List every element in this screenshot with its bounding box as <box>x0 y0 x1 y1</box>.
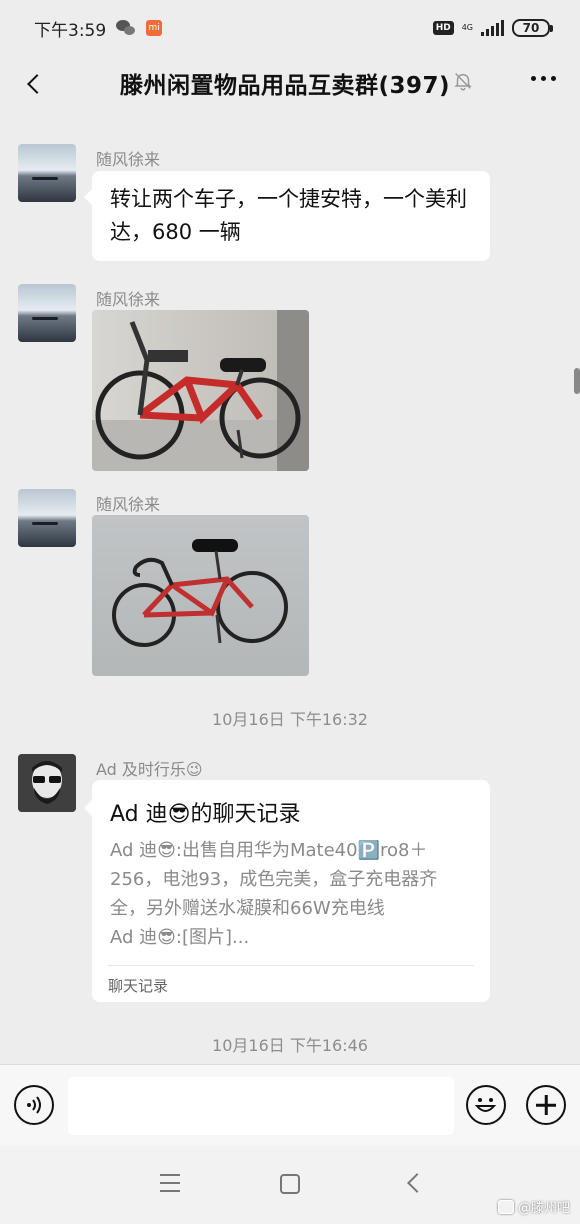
network-type: 4G <box>461 23 473 32</box>
status-time: 下午3:59 <box>34 20 107 41</box>
watermark-text: @滕州吧 <box>517 1201 570 1216</box>
wechat-notification-icon <box>116 20 136 36</box>
scrollbar-thumb[interactable] <box>574 368 580 394</box>
message-input[interactable] <box>68 1077 454 1135</box>
mute-bell-icon <box>454 73 472 91</box>
message-timestamp: 10月16日 下午16:46 <box>212 1036 368 1055</box>
status-right: HD 4G 70 <box>432 19 553 37</box>
mi-app-icon: mi <box>146 20 163 36</box>
more-options-button[interactable] <box>531 76 556 81</box>
hd-icon: HD <box>432 21 454 35</box>
system-navigation-bar: @滕州吧 <box>0 1146 580 1224</box>
text-message-bubble[interactable]: 转让两个车子，一个捷安特，一个美利达，680 一辆 <box>84 171 490 261</box>
chat-record-line: Ad 迪😎:[图片]... <box>110 927 250 948</box>
watermark: @滕州吧 <box>497 1197 570 1216</box>
divider <box>108 965 474 966</box>
chat-title: 滕州闲置物品用品互卖群(397) <box>119 73 451 99</box>
status-left: 下午3:59 mi <box>34 16 163 41</box>
input-bar <box>0 1064 580 1146</box>
avatar[interactable] <box>18 754 76 812</box>
sender-name: 随风徐来 <box>96 495 161 514</box>
chat-record-footer: 聊天记录 <box>108 977 169 995</box>
bicycle-photo-2[interactable] <box>92 515 309 676</box>
voice-waves-icon <box>27 1096 41 1114</box>
avatar[interactable] <box>18 489 76 547</box>
chat-record-line: Ad 迪😎:出售自用华为Mate40🅿️ro8＋256，电池93，成色完美，盒子… <box>110 840 438 919</box>
message-timestamp: 10月16日 下午16:32 <box>212 710 368 729</box>
bicycle-photo-1[interactable] <box>92 310 309 471</box>
message-list[interactable]: 随风徐来 转让两个车子，一个捷安特，一个美利达，680 一辆 随风徐来 随风徐来 <box>0 112 580 1064</box>
avatar[interactable] <box>18 284 76 342</box>
red-mountain-bike-image <box>92 310 309 471</box>
sender-name: 随风徐来 <box>96 150 161 169</box>
red-road-bike-image <box>112 539 288 647</box>
voice-input-button[interactable] <box>14 1085 54 1125</box>
sender-name: Ad 及时行乐😉 <box>96 760 203 779</box>
man-with-sunglasses-avatar-image <box>18 754 76 812</box>
recent-apps-menu-icon[interactable] <box>160 1174 180 1192</box>
battery-indicator: 70 <box>512 19 553 37</box>
system-back-icon[interactable] <box>407 1173 427 1193</box>
signal-icon <box>481 20 504 36</box>
watermark-logo-icon <box>497 1199 514 1214</box>
sender-name: 随风徐来 <box>96 290 161 309</box>
chat-record-preview: Ad 迪😎:出售自用华为Mate40🅿️ro8＋256，电池93，成色完美，盒子… <box>110 836 472 952</box>
emoji-button[interactable] <box>466 1085 506 1125</box>
chat-record-title: Ad 迪😎的聊天记录 <box>110 802 301 827</box>
status-bar: 下午3:59 mi HD 4G 70 <box>0 0 580 56</box>
smiley-icon <box>474 1098 497 1112</box>
chat-header: 滕州闲置物品用品互卖群(397) <box>0 56 580 112</box>
home-square-icon[interactable] <box>280 1174 300 1194</box>
more-functions-plus-button[interactable] <box>526 1085 566 1125</box>
chat-record-card[interactable]: Ad 迪😎的聊天记录 Ad 迪😎:出售自用华为Mate40🅿️ro8＋256，电… <box>84 780 490 1002</box>
avatar[interactable] <box>18 144 76 202</box>
